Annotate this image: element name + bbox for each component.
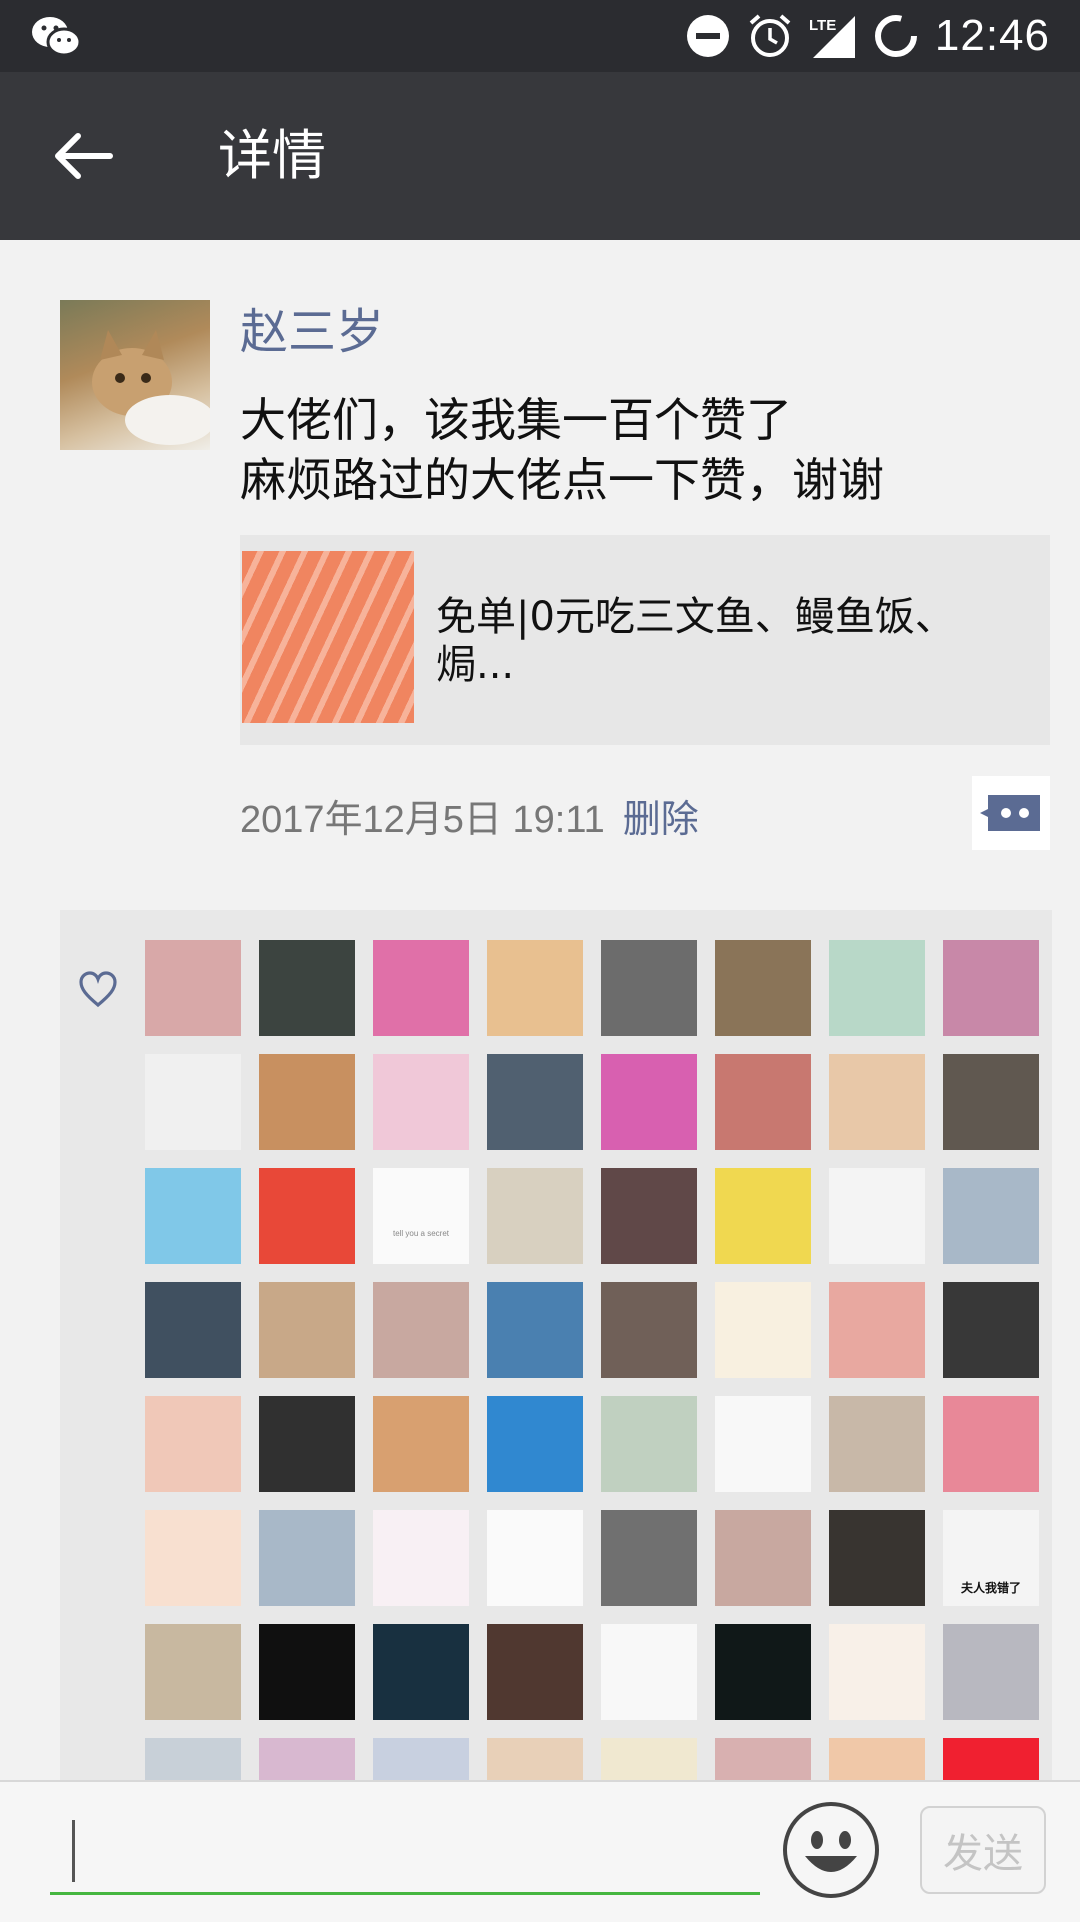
shared-link-title: 免单|0元吃三文鱼、鳗鱼饭、焗...: [436, 594, 955, 688]
liker-avatar[interactable]: [601, 1396, 697, 1492]
svg-text:LTE: LTE: [809, 17, 836, 34]
liker-avatar[interactable]: [145, 1396, 241, 1492]
liker-avatar[interactable]: [715, 1738, 811, 1780]
liker-avatar[interactable]: [943, 1396, 1039, 1492]
liker-avatar[interactable]: [943, 940, 1039, 1036]
liker-avatar[interactable]: [601, 1168, 697, 1264]
liker-avatar[interactable]: [487, 1510, 583, 1606]
signal-lte-icon: LTE: [809, 16, 855, 58]
liker-avatar[interactable]: [259, 940, 355, 1036]
liker-avatar[interactable]: [829, 1738, 925, 1780]
liker-avatar-caption: tell you a secret: [392, 1229, 450, 1238]
shared-link-card[interactable]: 免单|0元吃三文鱼、鳗鱼饭、焗...: [240, 535, 1050, 745]
liker-avatar[interactable]: [373, 1054, 469, 1150]
liker-avatar[interactable]: [145, 1282, 241, 1378]
liker-avatar-caption: 夫人我错了: [960, 1581, 1021, 1595]
liker-avatar[interactable]: [373, 1510, 469, 1606]
post-meta: 2017年12月5日 19:11 删除: [240, 785, 699, 845]
salmon-thumbnail: [242, 551, 414, 723]
liker-avatar[interactable]: [715, 1054, 811, 1150]
liker-avatar[interactable]: [829, 1168, 925, 1264]
liker-avatar[interactable]: [601, 1738, 697, 1780]
comment-input-bar: 发送: [0, 1780, 1080, 1922]
text-cursor: [72, 1820, 75, 1882]
post-timestamp: 2017年12月5日 19:11: [240, 798, 605, 841]
liker-avatar[interactable]: [601, 1054, 697, 1150]
liker-avatar[interactable]: [943, 1282, 1039, 1378]
liker-avatar[interactable]: [259, 1738, 355, 1780]
liker-avatar[interactable]: [259, 1624, 355, 1720]
liker-avatar[interactable]: [829, 1396, 925, 1492]
liker-avatar[interactable]: [487, 1054, 583, 1150]
title-bar: 详情: [0, 72, 1080, 240]
author-name[interactable]: 赵三岁: [240, 302, 384, 362]
clock-time: 12:46: [934, 11, 1050, 60]
arrow-left-icon[interactable]: [48, 124, 116, 188]
liker-avatar[interactable]: [145, 1054, 241, 1150]
liker-avatar[interactable]: [259, 1054, 355, 1150]
liker-avatar[interactable]: [601, 1282, 697, 1378]
liker-avatar[interactable]: [487, 1282, 583, 1378]
comment-bubble-icon[interactable]: [972, 776, 1050, 850]
liker-avatar[interactable]: [715, 1282, 811, 1378]
heart-icon: [79, 971, 117, 1008]
liker-avatar[interactable]: [943, 1168, 1039, 1264]
status-bar: LTE 12:46: [0, 0, 1080, 72]
liker-avatar[interactable]: [487, 1168, 583, 1264]
liker-avatar[interactable]: [373, 1624, 469, 1720]
liker-avatar[interactable]: tell you a secret: [373, 1168, 469, 1264]
liker-avatar[interactable]: [829, 1510, 925, 1606]
liker-avatar-grid: tell you a secret 夫人我错了: [145, 940, 1039, 1780]
liker-avatar[interactable]: [487, 1624, 583, 1720]
liker-avatar[interactable]: [487, 1738, 583, 1780]
battery-charging-icon: [874, 15, 917, 57]
liker-avatar[interactable]: [601, 940, 697, 1036]
liker-avatar[interactable]: [829, 1624, 925, 1720]
do-not-disturb-icon: [686, 15, 729, 57]
liker-avatar[interactable]: [145, 1624, 241, 1720]
liker-avatar[interactable]: [715, 1510, 811, 1606]
post-text: 大佬们，该我集一百个赞了 麻烦路过的大佬点一下赞，谢谢: [240, 393, 884, 507]
liker-avatar[interactable]: [259, 1168, 355, 1264]
liker-avatar[interactable]: [259, 1282, 355, 1378]
liker-avatar[interactable]: [373, 1738, 469, 1780]
liker-avatar[interactable]: [601, 1624, 697, 1720]
liker-avatar[interactable]: [829, 1054, 925, 1150]
liker-avatar[interactable]: [715, 1624, 811, 1720]
liker-avatar[interactable]: [715, 940, 811, 1036]
liker-avatar[interactable]: 夫人我错了: [943, 1510, 1039, 1606]
liker-avatar[interactable]: [259, 1510, 355, 1606]
liker-avatar[interactable]: [259, 1396, 355, 1492]
liker-avatar[interactable]: [715, 1168, 811, 1264]
page-title: 详情: [218, 124, 326, 187]
send-button[interactable]: 发送: [920, 1806, 1046, 1894]
smiley-icon[interactable]: [783, 1802, 879, 1898]
liker-avatar[interactable]: [601, 1510, 697, 1606]
liker-avatar[interactable]: [373, 1282, 469, 1378]
liker-avatar[interactable]: [829, 940, 925, 1036]
liker-avatar[interactable]: [943, 1624, 1039, 1720]
wechat-icon: [32, 17, 82, 57]
author-avatar[interactable]: [60, 300, 210, 450]
status-icons: LTE 12:46: [685, 8, 1050, 64]
alarm-icon: [749, 14, 791, 57]
liker-avatar[interactable]: [373, 940, 469, 1036]
likes-panel: tell you a secret 夫人我错了: [60, 910, 1052, 1780]
delete-link[interactable]: 删除: [623, 788, 699, 843]
liker-avatar[interactable]: [715, 1396, 811, 1492]
liker-avatar[interactable]: [373, 1396, 469, 1492]
comment-input[interactable]: [50, 1806, 760, 1895]
liker-avatar[interactable]: [145, 1168, 241, 1264]
liker-avatar[interactable]: [487, 940, 583, 1036]
liker-avatar[interactable]: [145, 940, 241, 1036]
liker-avatar[interactable]: [943, 1054, 1039, 1150]
liker-avatar[interactable]: [943, 1738, 1039, 1780]
liker-avatar[interactable]: [829, 1282, 925, 1378]
liker-avatar[interactable]: [145, 1738, 241, 1780]
cat-avatar-image: [92, 330, 210, 445]
liker-avatar[interactable]: [487, 1396, 583, 1492]
liker-avatar[interactable]: [145, 1510, 241, 1606]
